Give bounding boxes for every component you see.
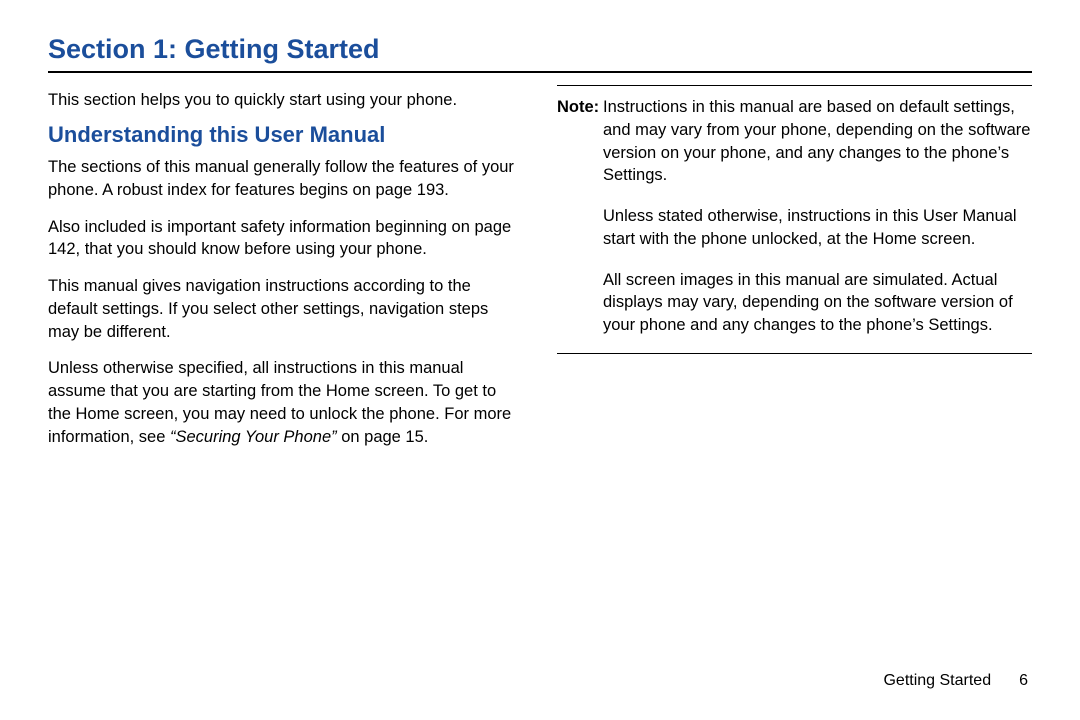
paragraph-3: This manual gives navigation instruction… <box>48 275 523 343</box>
paragraph-4: Unless otherwise specified, all instruct… <box>48 357 523 448</box>
manual-page: Section 1: Getting Started This section … <box>0 0 1080 720</box>
cross-reference: “Securing Your Phone” <box>170 428 337 446</box>
footer-page-number: 6 <box>1019 672 1028 689</box>
note-item-3: All screen images in this manual are sim… <box>603 269 1032 337</box>
subheading: Understanding this User Manual <box>48 120 523 150</box>
intro-paragraph: This section helps you to quickly start … <box>48 89 523 112</box>
paragraph-2: Also included is important safety inform… <box>48 216 523 262</box>
left-column: This section helps you to quickly start … <box>48 83 523 463</box>
right-column: Note: Instructions in this manual are ba… <box>557 83 1032 463</box>
paragraph-4-text-b: on page 15. <box>337 428 429 446</box>
note-text-1: Instructions in this manual are based on… <box>603 96 1032 187</box>
paragraph-1: The sections of this manual generally fo… <box>48 156 523 202</box>
title-rule <box>48 71 1032 73</box>
note-item-1: Note: Instructions in this manual are ba… <box>557 96 1032 187</box>
section-title: Section 1: Getting Started <box>48 34 1032 65</box>
content-columns: This section helps you to quickly start … <box>48 83 1032 463</box>
note-label: Note: <box>557 96 603 187</box>
page-footer: Getting Started 6 <box>883 672 1028 690</box>
note-block: Note: Instructions in this manual are ba… <box>557 85 1032 354</box>
footer-section-label: Getting Started <box>883 672 991 689</box>
note-item-2: Unless stated otherwise, instructions in… <box>603 205 1032 251</box>
